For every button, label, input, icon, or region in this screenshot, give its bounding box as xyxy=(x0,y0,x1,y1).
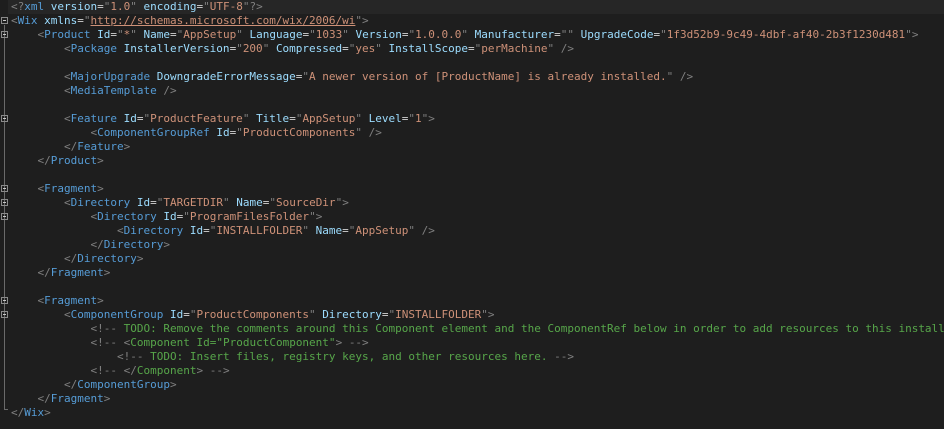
code-line[interactable]: <Product Id="*" Name="AppSetup" Language… xyxy=(11,28,944,42)
code-line[interactable]: <Directory Id="INSTALLFOLDER" Name="AppS… xyxy=(11,224,944,238)
fold-guide-end xyxy=(4,409,8,410)
collapse-minus-icon[interactable] xyxy=(1,199,8,206)
code-editor[interactable]: <?xml version="1.0" encoding="UTF-8"?> <W… xyxy=(0,0,944,429)
code-line[interactable]: </Product> xyxy=(11,154,944,168)
code-line[interactable]: <MajorUpgrade DowngradeErrorMessage="A n… xyxy=(11,70,944,84)
code-line[interactable]: <ComponentGroup Id="ProductComponents" D… xyxy=(11,308,944,322)
code-line[interactable]: <!-- <Component Id="ProductComponent"> -… xyxy=(11,336,944,350)
code-line[interactable]: </Fragment> xyxy=(11,266,944,280)
code-line[interactable]: <Feature Id="ProductFeature" Title="AppS… xyxy=(11,112,944,126)
code-line[interactable]: <Wix xmlns="http://schemas.microsoft.com… xyxy=(11,14,944,28)
code-line[interactable]: </Wix> xyxy=(11,406,944,420)
code-line[interactable]: <Directory Id="ProgramFilesFolder"> xyxy=(11,210,944,224)
collapse-minus-icon[interactable] xyxy=(1,185,8,192)
code-line[interactable]: </Fragment> xyxy=(11,392,944,406)
code-line[interactable]: <Fragment> xyxy=(11,182,944,196)
code-line[interactable] xyxy=(11,56,944,70)
code-line[interactable]: <Package InstallerVersion="200" Compress… xyxy=(11,42,944,56)
code-line[interactable]: </Feature> xyxy=(11,140,944,154)
code-line[interactable] xyxy=(11,280,944,294)
fold-gutter xyxy=(0,0,10,429)
collapse-minus-icon[interactable] xyxy=(1,31,8,38)
collapse-minus-icon[interactable] xyxy=(1,311,8,318)
code-line[interactable]: </Directory> xyxy=(11,252,944,266)
collapse-minus-icon[interactable] xyxy=(1,17,8,24)
collapse-minus-icon[interactable] xyxy=(1,213,8,220)
code-line[interactable]: <!-- TODO: Insert files, registry keys, … xyxy=(11,350,944,364)
collapse-minus-icon[interactable] xyxy=(1,297,8,304)
code-line[interactable]: </Directory> xyxy=(11,238,944,252)
code-line[interactable] xyxy=(11,98,944,112)
code-line[interactable]: <?xml version="1.0" encoding="UTF-8"?> xyxy=(8,0,944,14)
code-line[interactable]: <!-- </Component> --> xyxy=(11,364,944,378)
code-line[interactable] xyxy=(11,168,944,182)
code-line[interactable]: <!-- TODO: Remove the comments around th… xyxy=(11,322,944,336)
code-line[interactable]: <ComponentGroupRef Id="ProductComponents… xyxy=(11,126,944,140)
collapse-minus-icon[interactable] xyxy=(1,115,8,122)
code-text[interactable]: <?xml version="1.0" encoding="UTF-8"?> <W… xyxy=(8,0,944,420)
code-line[interactable]: <Fragment> xyxy=(11,294,944,308)
code-line[interactable]: </ComponentGroup> xyxy=(11,378,944,392)
namespace-link[interactable]: http://schemas.microsoft.com/wix/2006/wi xyxy=(91,14,356,27)
code-line[interactable]: <Directory Id="TARGETDIR" Name="SourceDi… xyxy=(11,196,944,210)
code-line[interactable]: <MediaTemplate /> xyxy=(11,84,944,98)
